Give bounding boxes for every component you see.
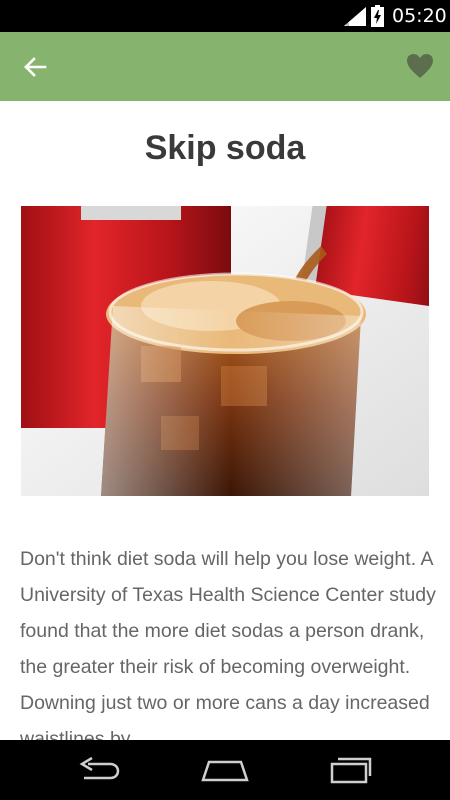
app-bar xyxy=(0,32,450,101)
article-title: Skip soda xyxy=(144,129,306,167)
article-content: Skip soda Don't think diet soda will hel… xyxy=(0,101,450,740)
battery-icon xyxy=(371,5,384,27)
heart-icon[interactable] xyxy=(405,52,435,80)
clock: 05:20 xyxy=(392,5,447,27)
status-bar: 05:20 xyxy=(0,0,450,32)
home-nav-icon[interactable] xyxy=(195,752,255,788)
arrow-left-icon[interactable] xyxy=(20,52,50,82)
system-nav-bar xyxy=(0,740,450,800)
article-body: Don't think diet soda will help you lose… xyxy=(20,548,436,740)
back-nav-icon[interactable] xyxy=(70,752,130,788)
article-image xyxy=(21,206,429,496)
signal-icon xyxy=(344,7,366,26)
recents-nav-icon[interactable] xyxy=(320,752,380,788)
